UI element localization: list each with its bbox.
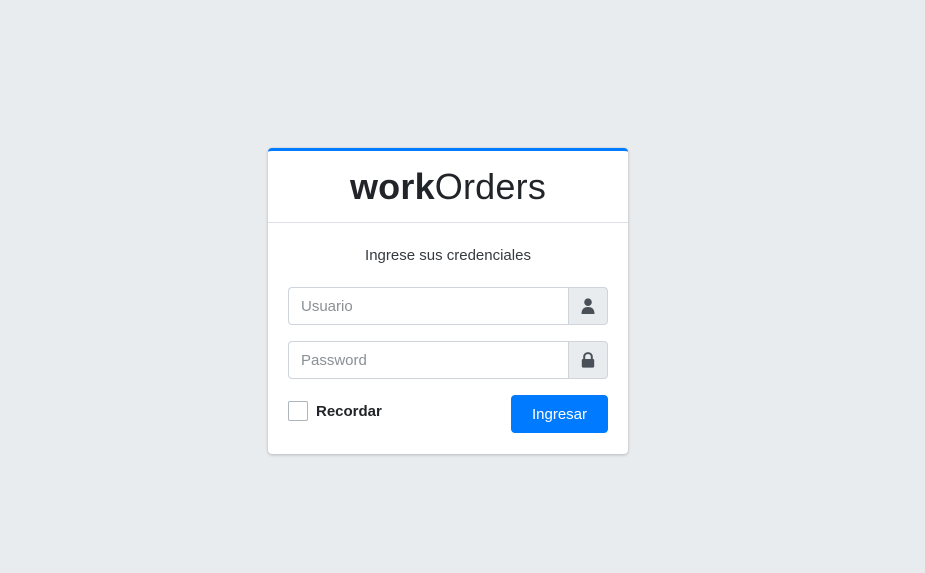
- user-icon: [581, 298, 595, 314]
- password-input[interactable]: [288, 341, 568, 379]
- submit-button[interactable]: Ingresar: [511, 395, 608, 433]
- login-card: workOrders Ingrese sus credenciales Usua…: [268, 148, 628, 454]
- brand-bold: work: [349, 165, 435, 207]
- username-group: [288, 287, 608, 325]
- card-header: workOrders: [268, 151, 628, 223]
- password-addon: [568, 341, 608, 379]
- login-message: Ingrese sus credenciales: [365, 247, 531, 264]
- login-page: workOrders Ingrese sus credenciales Usua…: [0, 0, 925, 573]
- remember-checkbox[interactable]: [288, 401, 308, 421]
- username-addon: [568, 287, 608, 325]
- brand-logo-link[interactable]: workOrders: [349, 165, 547, 207]
- remember-label: Recordar: [316, 402, 382, 420]
- username-input[interactable]: [288, 287, 568, 325]
- lock-icon: [581, 352, 595, 368]
- password-group: [288, 341, 608, 379]
- remember-toggle[interactable]: Recordar: [288, 401, 382, 421]
- brand-light: Orders: [434, 165, 547, 207]
